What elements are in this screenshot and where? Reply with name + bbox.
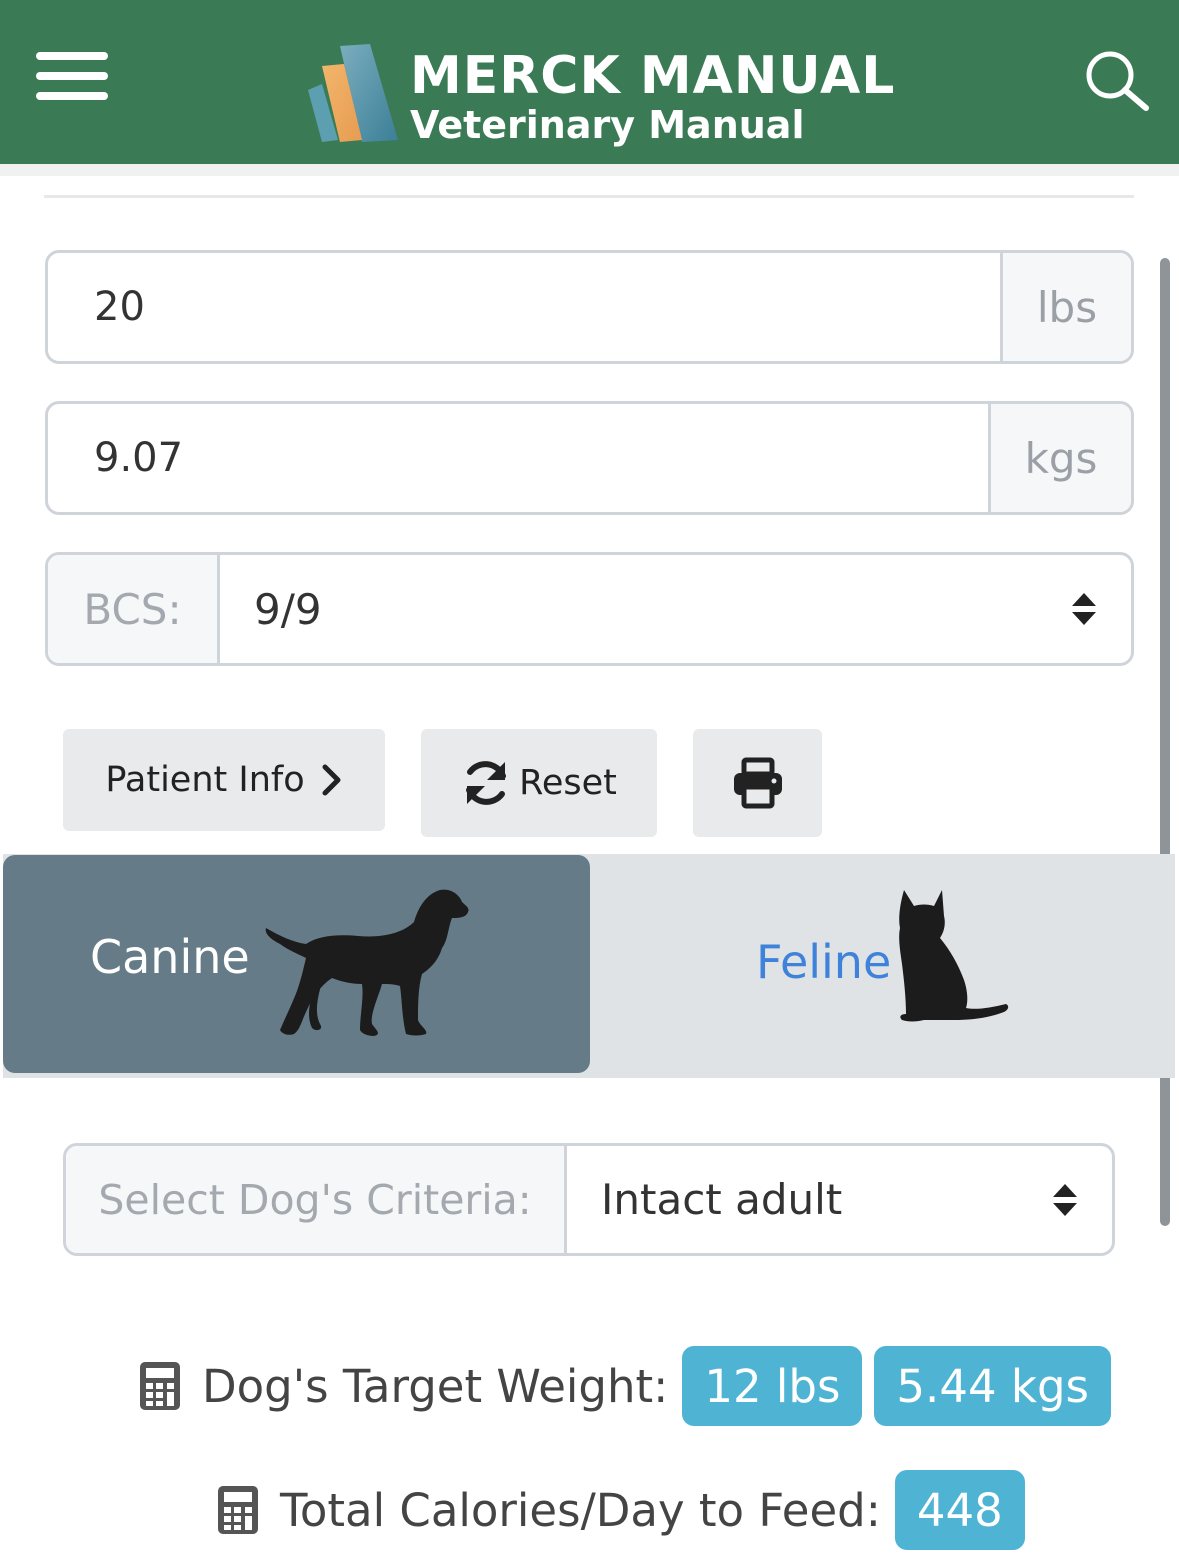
canine-label: Canine [90, 930, 250, 984]
weight-kgs-group: 9.07 kgs [45, 401, 1134, 515]
select-caret-icon [1072, 593, 1096, 625]
bcs-selected-value: 9/9 [254, 584, 322, 634]
app-header: MERCK MANUAL Veterinary Manual [0, 0, 1179, 164]
brand-subtitle: Veterinary Manual [410, 103, 805, 147]
reset-label: Reset [519, 763, 617, 803]
bcs-group: BCS: 9/9 [45, 552, 1134, 666]
target-weight-row: Dog's Target Weight: 12 lbs 5.44 kgs [140, 1346, 1111, 1426]
cat-silhouette-icon[interactable] [894, 888, 1010, 1028]
criteria-select[interactable]: Intact adult [567, 1146, 1112, 1253]
target-weight-label: Dog's Target Weight: [202, 1359, 669, 1413]
select-caret-icon [1053, 1183, 1077, 1216]
kgs-unit-label: kgs [988, 404, 1131, 512]
bcs-label: BCS: [48, 555, 220, 663]
calories-badge: 448 [894, 1470, 1025, 1550]
search-icon[interactable] [1082, 48, 1152, 112]
refresh-icon [466, 761, 507, 805]
weight-kgs-input[interactable]: 9.07 [48, 404, 988, 512]
hamburger-menu-icon[interactable] [36, 52, 108, 100]
feline-label: Feline [756, 935, 892, 989]
target-weight-lbs-badge: 12 lbs [682, 1346, 863, 1426]
merck-logo-icon [308, 44, 398, 142]
patient-info-label: Patient Info [105, 760, 305, 800]
print-button[interactable] [693, 729, 822, 837]
scrollbar[interactable] [1160, 258, 1170, 1226]
calories-label: Total Calories/Day to Feed: [280, 1483, 881, 1537]
criteria-group: Select Dog's Criteria: Intact adult [63, 1143, 1115, 1256]
feline-option[interactable]: Feline [756, 935, 891, 989]
criteria-label: Select Dog's Criteria: [66, 1146, 567, 1253]
calculator-icon [140, 1362, 180, 1410]
print-icon [733, 757, 782, 809]
weight-lbs-group: 20 lbs [45, 250, 1134, 364]
section-divider [44, 195, 1134, 198]
calculator-icon [218, 1486, 258, 1534]
weight-lbs-input[interactable]: 20 [48, 253, 1000, 361]
header-shadow-band [0, 164, 1179, 176]
reset-button[interactable]: Reset [421, 729, 657, 837]
chevron-right-icon [322, 764, 341, 796]
calories-row: Total Calories/Day to Feed: 448 [218, 1470, 1025, 1550]
criteria-selected-value: Intact adult [601, 1175, 843, 1224]
bcs-select[interactable]: 9/9 [220, 555, 1131, 663]
dog-silhouette-icon [265, 889, 469, 1036]
patient-info-button[interactable]: Patient Info [63, 729, 385, 831]
target-weight-kgs-badge: 5.44 kgs [874, 1346, 1111, 1426]
brand-title: MERCK MANUAL [410, 46, 896, 106]
lbs-unit-label: lbs [1000, 253, 1131, 361]
